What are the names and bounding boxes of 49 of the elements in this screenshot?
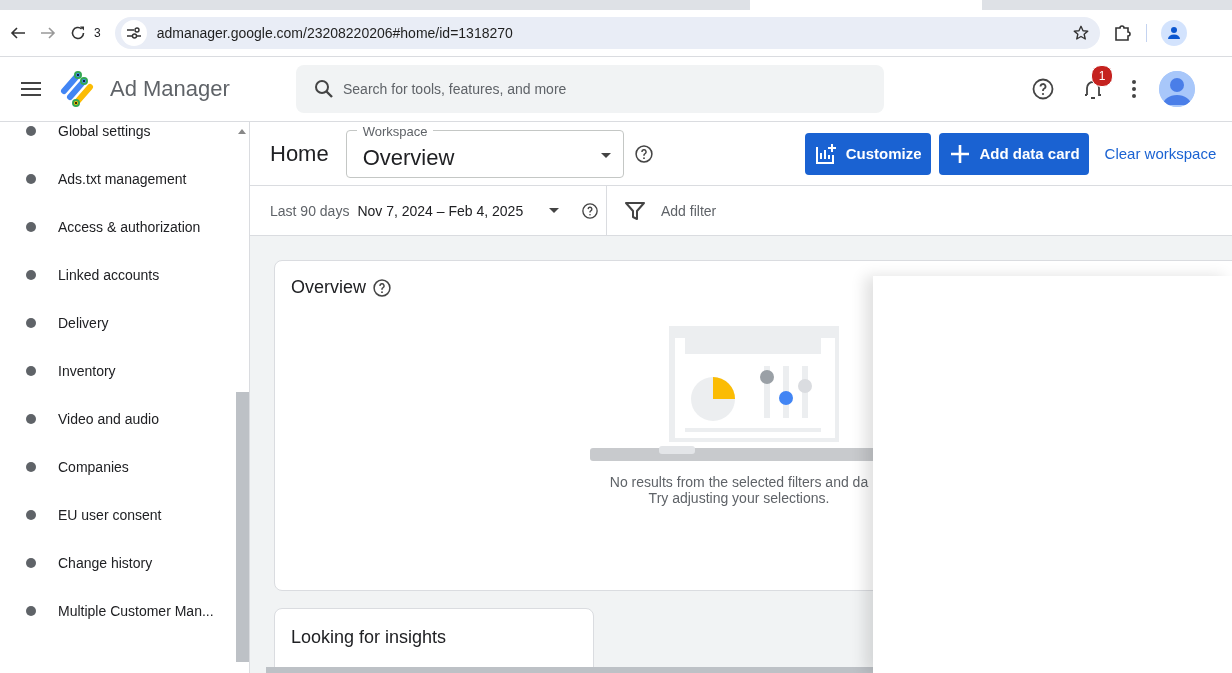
sidebar-item[interactable]: Change history	[0, 539, 235, 587]
star-icon[interactable]	[1071, 24, 1090, 42]
horizontal-scrollbar[interactable]	[266, 667, 873, 673]
add-filter-button[interactable]: Add filter	[661, 202, 717, 219]
sidebar-item[interactable]: Linked accounts	[0, 251, 235, 299]
caret-icon	[600, 152, 611, 158]
sidebar-item[interactable]: Ads.txt management	[0, 155, 235, 203]
search-field[interactable]: Search for tools, features, and more	[296, 65, 884, 113]
scroll-up-icon[interactable]	[238, 128, 246, 134]
clear-workspace-link[interactable]: Clear workspace	[1104, 145, 1217, 162]
sidebar-item[interactable]: EU user consent	[0, 491, 235, 539]
sidebar-item[interactable]: Inventory	[0, 347, 235, 395]
sidebar-item[interactable]: Multiple Customer Man...	[0, 587, 235, 635]
notification-badge: 1	[1091, 65, 1113, 87]
reload-icon[interactable]	[70, 25, 86, 41]
more-icon[interactable]	[1131, 79, 1137, 99]
app-title: Ad Manager	[110, 76, 231, 102]
page-title: Home	[270, 140, 329, 167]
forward-icon[interactable]	[40, 25, 56, 41]
customize-button[interactable]: Customize	[804, 132, 931, 175]
url-text: admanager.google.com/23208220206#home/id=1318270	[156, 25, 514, 41]
sidebar-item[interactable]: Video and audio	[0, 395, 235, 443]
date-range-label: Last 90 days	[270, 202, 350, 219]
card-title: Overview	[291, 277, 366, 298]
filter-icon[interactable]	[625, 200, 645, 221]
puzzle-piece-icon[interactable]	[1113, 24, 1132, 42]
add-data-card-button[interactable]: Add data card	[938, 132, 1089, 175]
toolbar-text: 3	[94, 26, 101, 40]
help-icon[interactable]	[633, 143, 654, 164]
search-icon	[314, 79, 334, 99]
site-settings-icon[interactable]	[120, 20, 147, 46]
scrollbar-thumb[interactable]	[235, 392, 249, 662]
menu-icon[interactable]	[21, 82, 41, 96]
help-icon[interactable]	[372, 277, 392, 298]
sidebar-item[interactable]: Delivery	[0, 299, 235, 347]
help-icon[interactable]	[1031, 77, 1055, 101]
date-range-dropdown[interactable]: Nov 7, 2024 – Feb 4, 2025	[357, 202, 524, 219]
sidebar-item[interactable]: Access & authorization	[0, 203, 235, 251]
caret-icon[interactable]	[549, 208, 560, 213]
help-icon[interactable]	[581, 201, 600, 220]
profile-icon[interactable]	[1160, 20, 1187, 46]
avatar-icon[interactable]	[1159, 71, 1195, 107]
empty-state-message: No results from the selected filters and da Try adjusting your selections.	[609, 474, 869, 506]
back-icon[interactable]	[10, 25, 26, 41]
sidebar-item[interactable]: Companies	[0, 443, 235, 491]
address-bar[interactable]: admanager.google.com/23208220206#home/id=1318270	[114, 17, 1100, 49]
sidebar-item[interactable]: Global settings	[0, 107, 235, 155]
card-title: Looking for insights	[291, 627, 447, 648]
chart-plus-icon	[813, 141, 838, 166]
